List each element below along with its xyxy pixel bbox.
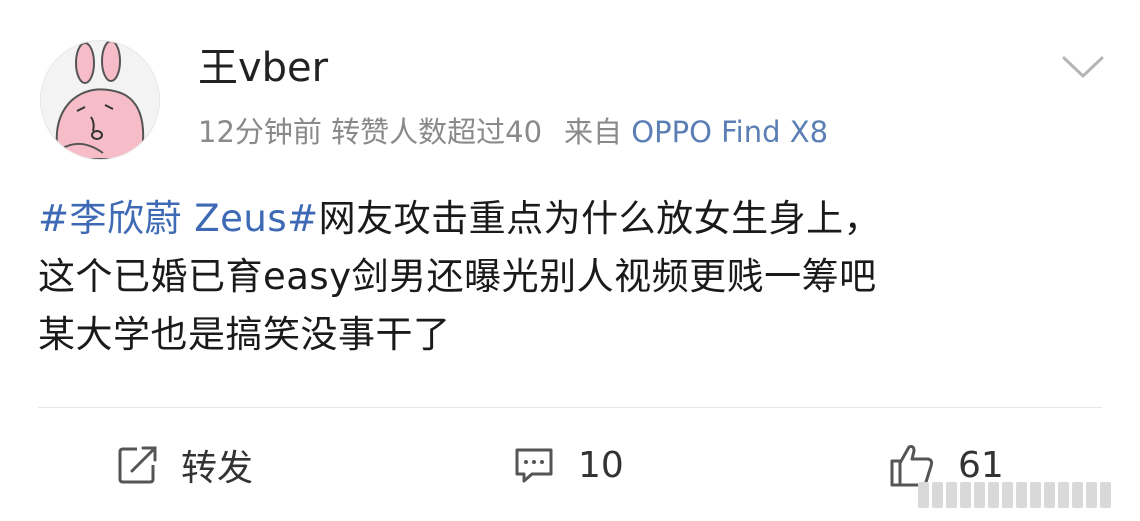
watermark: [918, 480, 1133, 510]
chevron-down-icon[interactable]: [1060, 52, 1106, 82]
post-content: #李欣蔚 Zeus#网友攻击重点为什么放女生身上， 这个已婚已育easy剑男还曝…: [38, 190, 1118, 364]
repost-count-info: 转赞人数超过40: [331, 115, 543, 149]
avatar[interactable]: [40, 40, 160, 160]
comment-icon: [515, 448, 553, 483]
repost-icon: [118, 446, 157, 484]
repost-label: 转发: [181, 448, 254, 489]
source-prefix: 来自: [564, 115, 623, 149]
post-time: 12分钟前: [198, 115, 322, 149]
source-device[interactable]: OPPO Find X8: [631, 115, 828, 149]
post-meta: 12分钟前 转赞人数超过40 来自 OPPO Find X8: [198, 112, 828, 152]
comment-button[interactable]: 10: [512, 440, 624, 490]
hashtag-link[interactable]: #李欣蔚 Zeus#: [38, 197, 319, 240]
comment-count: 10: [578, 444, 624, 486]
repost-button[interactable]: 转发: [115, 440, 253, 490]
username[interactable]: 王vber: [198, 42, 328, 94]
content-line-2: 这个已婚已育easy剑男还曝光别人视频更贱一筹吧: [38, 255, 877, 298]
content-text-1: 网友攻击重点为什么放女生身上，: [318, 197, 882, 240]
divider: [38, 407, 1102, 408]
content-line-3: 某大学也是搞笑没事干了: [38, 313, 451, 356]
content-line-1: #李欣蔚 Zeus#网友攻击重点为什么放女生身上，: [38, 190, 1118, 248]
